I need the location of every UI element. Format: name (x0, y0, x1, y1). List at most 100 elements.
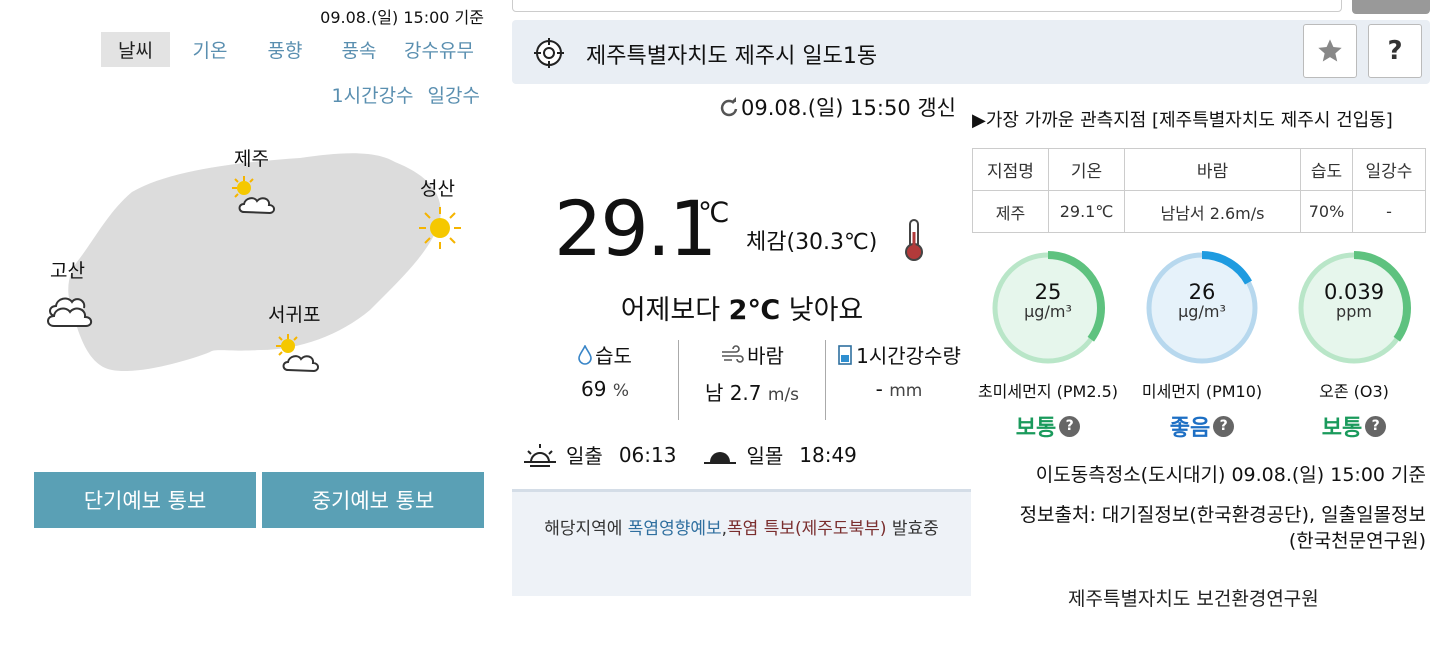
rain-gauge-icon (838, 344, 852, 365)
pm10-value: 26 (1188, 280, 1216, 304)
tab-precipitation[interactable]: 강수유무 (398, 32, 480, 67)
map-timestamp: 09.08.(일) 15:00 기준 (320, 8, 484, 27)
compare-suffix: 낮아요 (780, 295, 864, 326)
wind-unit: m/s (767, 385, 800, 405)
short-term-forecast-button[interactable]: 단기예보 통보 (34, 472, 256, 528)
city-label-seongsan: 성산 (420, 178, 455, 200)
mid-term-forecast-button[interactable]: 중기예보 통보 (262, 472, 484, 528)
data-source-line1: 정보출처: 대기질정보(한국환경공단), 일출일몰정보 (1019, 504, 1426, 526)
table-header: 기온 (1048, 148, 1125, 191)
city-label-gosan: 고산 (50, 260, 85, 282)
table-header: 습도 (1300, 148, 1353, 191)
weather-stats: 습도 69 % 바람 남 2.7 m/s 1시간강수량 - mm (532, 340, 972, 420)
pm10-level: 좋음 ? (1122, 410, 1282, 442)
pm10-name: 미세먼지 (PM10) (1141, 382, 1263, 401)
table-cell: 29.1℃ (1048, 190, 1125, 233)
location-bar: 제주특별자치도 제주시 일도1동 ? (512, 20, 1430, 84)
pm25-value-block: 25 μg/m³ (986, 282, 1110, 322)
current-temperature: 29.1 (554, 184, 717, 273)
wind-value: 남 2.7 (704, 381, 762, 405)
ozone-level-text: 보통 (1321, 416, 1363, 441)
humidity-label: 습도 (595, 344, 632, 368)
tab-hourly-rain[interactable]: 1시간강수 (332, 77, 414, 112)
search-input[interactable] (512, 0, 1342, 12)
tab-wind-direction[interactable]: 풍향 (250, 32, 320, 67)
update-time-text: 09.08.(일) 15:50 갱신 (740, 96, 956, 120)
rainfall-stat: 1시간강수량 - mm (825, 340, 972, 420)
yesterday-comparison: 어제보다 2℃ 낮아요 (512, 288, 972, 327)
star-icon (1318, 39, 1342, 62)
table-cell: - (1352, 190, 1426, 233)
sunrise-time: 06:13 (618, 442, 677, 467)
rainfall-value: - (875, 377, 883, 401)
rainfall-unit: mm (889, 381, 923, 401)
pm25-gauge: 25 μg/m³ (986, 246, 1110, 370)
temperature-unit: ℃ (698, 196, 730, 229)
compare-value: 2℃ (728, 295, 781, 326)
nearest-station: ▶가장 가까운 관측지점 [제주특별자치도 제주시 건입동] (972, 110, 1393, 131)
institute-name: 제주특별자치도 보건환경연구원 (1068, 588, 1319, 610)
sunset-time: 18:49 (799, 442, 857, 467)
ozone-name: 오존 (O3) (1319, 382, 1389, 401)
ozone-value: 0.039 (1323, 280, 1385, 304)
table-cell: 70% (1300, 190, 1353, 233)
table-cell: 남남서 2.6m/s (1124, 190, 1301, 233)
pm25-value: 25 (1034, 280, 1062, 304)
ozone-gauge: 0.039 ppm (1292, 246, 1416, 370)
pm10-unit: μg/m³ (1178, 302, 1226, 321)
pm25-level: 보통 ? (968, 410, 1128, 442)
heatwave-impact-link[interactable]: 폭염영향예보 (628, 519, 722, 539)
wind-stat: 바람 남 2.7 m/s (678, 340, 825, 420)
wind-label: 바람 (747, 344, 784, 368)
air-station-info: 이도동측정소(도시대기) 09.08.(일) 15:00 기준 (1035, 464, 1426, 486)
tab-daily-rain[interactable]: 일강수 (428, 77, 480, 112)
table-header: 바람 (1124, 148, 1301, 191)
sunrise-label: 일출 (566, 444, 603, 468)
ozone-value-block: 0.039 ppm (1292, 282, 1416, 322)
ozone-level: 보통 ? (1274, 410, 1430, 442)
tab-wind-speed[interactable]: 풍속 (320, 32, 398, 67)
refresh-icon[interactable] (719, 97, 739, 117)
table-header-row: 지점명 기온 바람 습도 일강수 (972, 148, 1426, 191)
sunset-icon (704, 451, 737, 464)
heatwave-warning-link[interactable]: 폭염 특보 (727, 519, 795, 539)
pm10-gauge: 26 μg/m³ (1140, 246, 1264, 370)
humidity-unit: % (612, 381, 629, 401)
pm25-help-icon[interactable]: ? (1059, 415, 1081, 437)
humidity-stat: 습도 69 % (532, 340, 678, 420)
table-row: 제주 29.1℃ 남남서 2.6m/s 70% - (972, 190, 1426, 233)
table-cell: 제주 (972, 190, 1049, 233)
humidity-value: 69 (581, 377, 607, 401)
location-name: 제주특별자치도 제주시 일도1동 (586, 44, 878, 69)
map-tabs: 날씨 기온 풍향 풍속 강수유무 (101, 32, 480, 67)
rainfall-label: 1시간강수량 (856, 344, 961, 368)
table-header: 지점명 (972, 148, 1049, 191)
jeju-map: 제주 성산 고산 서귀포 (40, 140, 480, 400)
ozone-unit: ppm (1336, 302, 1372, 321)
sunset-label: 일몰 (746, 444, 784, 468)
city-label-jeju: 제주 (234, 148, 269, 170)
data-source: 정보출처: 대기질정보(한국환경공단), 일출일몰정보 (한국천문연구원) (1020, 502, 1426, 554)
pm25-level-text: 보통 (1015, 416, 1057, 441)
pm25-name: 초미세먼지 (PM2.5) (977, 382, 1119, 401)
current-weather-panel: 09.08.(일) 15:50 갱신 29.1 ℃ 체감(30.3℃) 어제보다… (512, 84, 972, 604)
map-tabs-secondary: 1시간강수 일강수 (332, 77, 480, 112)
observation-table: 지점명 기온 바람 습도 일강수 제주 29.1℃ 남남서 2.6m/s 70%… (972, 148, 1426, 233)
tab-weather[interactable]: 날씨 (101, 32, 170, 67)
help-button[interactable]: ? (1368, 24, 1422, 78)
search-button[interactable] (1352, 0, 1430, 14)
warning-area: (제주도북부) (795, 519, 887, 539)
current-location-icon[interactable] (532, 36, 566, 74)
table-header: 일강수 (1352, 148, 1426, 191)
tab-temperature[interactable]: 기온 (170, 32, 250, 67)
pm25-unit: μg/m³ (1024, 302, 1072, 321)
wind-icon (722, 344, 744, 363)
pm10-help-icon[interactable]: ? (1213, 415, 1235, 437)
notice-suffix: 발효중 (886, 519, 939, 539)
compare-prefix: 어제보다 (620, 295, 729, 326)
water-drop-icon (578, 344, 592, 365)
notice-prefix: 해당지역에 (544, 519, 628, 539)
sun-times: 일출 06:13 일몰 18:49 (522, 440, 857, 469)
ozone-help-icon[interactable]: ? (1365, 415, 1387, 437)
favorite-button[interactable] (1303, 24, 1357, 78)
